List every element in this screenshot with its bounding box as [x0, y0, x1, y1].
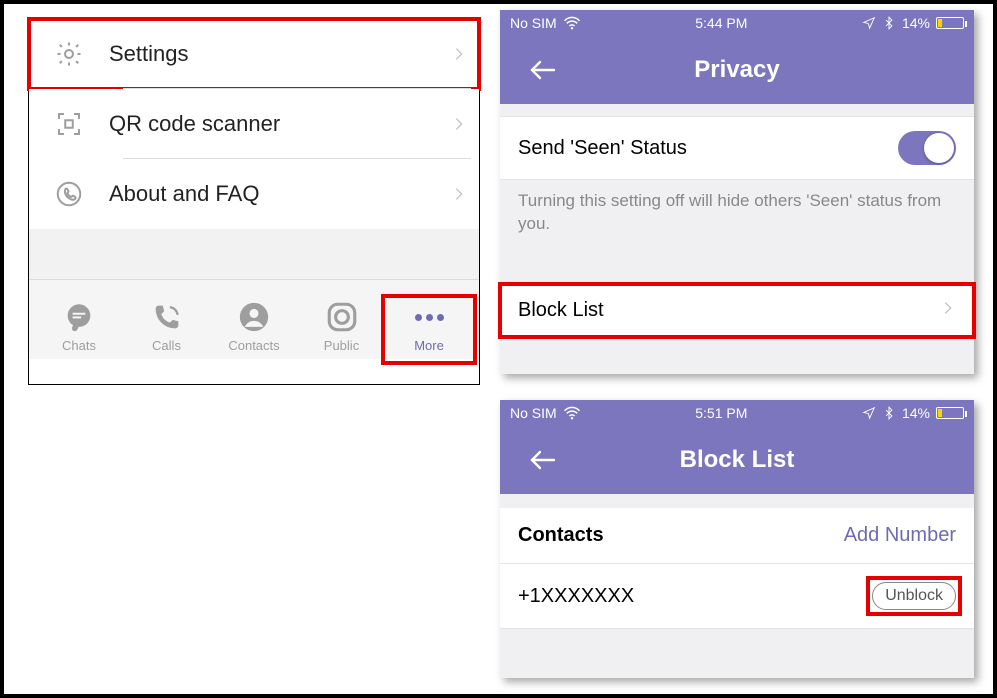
tab-public[interactable]: Public — [300, 300, 384, 359]
chevron-right-icon — [439, 116, 479, 132]
privacy-screen: No SIM 5:44 PM 14% Privacy Send 'Seen' S… — [500, 10, 974, 374]
location-icon — [862, 406, 876, 420]
add-number-button[interactable]: Add Number — [844, 524, 956, 547]
about-faq-row[interactable]: About and FAQ — [29, 159, 479, 229]
settings-label: Settings — [109, 41, 439, 67]
carrier-text: No SIM — [510, 15, 557, 31]
seen-status-toggle[interactable] — [898, 131, 956, 165]
tab-calls[interactable]: Calls — [125, 300, 209, 359]
page-title: Block List — [680, 446, 795, 474]
clock-text: 5:44 PM — [695, 15, 747, 31]
tab-label: Chats — [62, 338, 96, 353]
viber-icon — [29, 179, 109, 209]
person-icon — [237, 300, 271, 334]
phone-icon — [150, 300, 184, 334]
bluetooth-icon — [882, 406, 896, 420]
tab-contacts[interactable]: Contacts — [212, 300, 296, 359]
about-label: About and FAQ — [109, 181, 439, 207]
public-icon — [325, 300, 359, 334]
blocked-number: +1XXXXXXX — [518, 585, 634, 608]
gear-icon — [29, 39, 109, 69]
wifi-icon — [563, 16, 581, 30]
battery-text: 14% — [902, 15, 930, 31]
chevron-right-icon — [439, 186, 479, 202]
tab-label: More — [414, 338, 444, 353]
page-title: Privacy — [694, 56, 779, 84]
chevron-right-icon — [439, 46, 479, 62]
wifi-icon — [563, 406, 581, 420]
battery-text: 14% — [902, 405, 930, 421]
tab-label: Public — [324, 338, 359, 353]
chevron-right-icon — [940, 299, 956, 322]
battery-icon — [936, 17, 964, 29]
more-menu-panel: Settings QR code scanner About and FAQ C… — [28, 18, 480, 385]
more-icon — [415, 300, 444, 334]
status-bar: No SIM 5:51 PM 14% — [500, 400, 974, 426]
blocked-contact-row: +1XXXXXXX Unblock — [500, 564, 974, 629]
status-bar: No SIM 5:44 PM 14% — [500, 10, 974, 36]
qr-icon — [29, 109, 109, 139]
battery-icon — [936, 407, 964, 419]
bottom-tabbar: Chats Calls Contacts Public More — [29, 279, 479, 359]
blocklist-screen: No SIM 5:51 PM 14% Block List Contacts A… — [500, 400, 974, 678]
block-list-row[interactable]: Block List — [500, 284, 974, 337]
tab-more[interactable]: More — [387, 300, 471, 359]
location-icon — [862, 16, 876, 30]
chat-icon — [62, 300, 96, 334]
tab-chats[interactable]: Chats — [37, 300, 121, 359]
tab-label: Calls — [152, 338, 181, 353]
nav-header: Block List — [500, 426, 974, 494]
qr-scanner-row[interactable]: QR code scanner — [29, 89, 479, 159]
seen-status-row[interactable]: Send 'Seen' Status — [500, 116, 974, 180]
unblock-button[interactable]: Unblock — [872, 582, 956, 610]
seen-status-label: Send 'Seen' Status — [518, 137, 687, 160]
block-list-label: Block List — [518, 299, 604, 322]
contacts-header: Contacts Add Number — [500, 508, 974, 564]
tab-label: Contacts — [228, 338, 279, 353]
clock-text: 5:51 PM — [695, 405, 747, 421]
contacts-label: Contacts — [518, 524, 604, 547]
nav-header: Privacy — [500, 36, 974, 104]
settings-row[interactable]: Settings — [29, 19, 479, 89]
seen-status-description: Turning this setting off will hide other… — [500, 180, 974, 254]
bluetooth-icon — [882, 16, 896, 30]
carrier-text: No SIM — [510, 405, 557, 421]
qr-label: QR code scanner — [109, 111, 439, 137]
